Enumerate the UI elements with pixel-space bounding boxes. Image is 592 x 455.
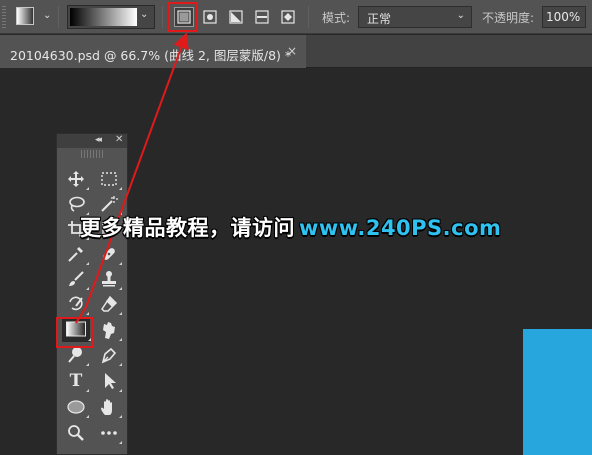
clone-stamp-tool-icon[interactable]	[97, 267, 122, 291]
marquee-tool-icon[interactable]	[97, 167, 122, 191]
hand-tool-icon[interactable]	[97, 395, 122, 419]
watermark-url: www.240PS.com	[299, 216, 502, 240]
history-brush-tool-icon[interactable]	[64, 292, 89, 316]
options-bar-grip[interactable]	[2, 6, 6, 28]
document-tab-title: 20104630.psd @ 66.7% (曲线 2, 图层蒙版/8) *	[10, 48, 292, 63]
tools-panel-grip[interactable]	[81, 150, 103, 158]
reflected-gradient-icon[interactable]	[252, 7, 272, 27]
gradient-tool-highlight-box	[56, 317, 94, 348]
chevron-down-icon: ⌄	[456, 10, 465, 21]
opacity-field[interactable]: 100%	[542, 6, 586, 28]
type-tool-icon[interactable]: T	[64, 369, 89, 393]
divider	[58, 6, 59, 28]
close-icon[interactable]: ×	[287, 44, 297, 58]
chevron-down-icon[interactable]: ⌄	[140, 9, 148, 20]
healing-brush-tool-icon[interactable]	[97, 242, 122, 266]
ellipse-tool-icon[interactable]	[64, 395, 89, 419]
pen-tool-icon[interactable]	[97, 343, 122, 367]
smudge-tool-icon[interactable]	[97, 318, 122, 342]
watermark-text: 更多精品教程，请访问 www.240PS.com	[80, 212, 501, 242]
zoom-tool-icon[interactable]	[64, 421, 88, 445]
tools-panel-header[interactable]: ◂◂ ✕	[57, 134, 127, 148]
mode-label: 模式:	[322, 11, 351, 25]
tools-panel: ◂◂ ✕ T	[56, 133, 128, 455]
eraser-tool-icon[interactable]	[97, 292, 122, 316]
path-selection-tool-icon[interactable]	[97, 369, 122, 393]
blend-mode-value: 正常	[367, 12, 392, 26]
chevron-down-icon[interactable]: ⌄	[43, 10, 51, 21]
angle-gradient-icon[interactable]	[226, 7, 246, 27]
close-icon[interactable]: ✕	[115, 134, 123, 145]
watermark-cn: 更多精品教程，请访问	[80, 216, 295, 240]
brush-tool-icon[interactable]	[64, 267, 89, 291]
type-tool-glyph: T	[69, 371, 83, 391]
document-canvas[interactable]	[523, 329, 592, 455]
options-bar: ⌄ ⌄ 模式: 正常 ⌄ 不透明度: 100%	[0, 0, 592, 34]
diamond-gradient-icon[interactable]	[278, 7, 298, 27]
linear-gradient-highlight-box	[168, 2, 198, 32]
document-tab-bar: 20104630.psd @ 66.7% (曲线 2, 图层蒙版/8) * ×	[0, 35, 592, 68]
collapse-icon[interactable]: ◂◂	[95, 135, 102, 145]
opacity-label: 不透明度:	[482, 11, 535, 25]
gradient-picker[interactable]: ⌄	[67, 5, 155, 29]
divider	[162, 6, 163, 28]
eyedropper-tool-icon[interactable]	[64, 242, 89, 266]
document-tab[interactable]: 20104630.psd @ 66.7% (曲线 2, 图层蒙版/8) * ×	[0, 35, 306, 68]
gradient-tool-preset-icon[interactable]	[16, 7, 34, 25]
more-tools-icon[interactable]	[97, 421, 122, 445]
gradient-preview-swatch[interactable]	[70, 8, 137, 26]
blend-mode-select[interactable]: 正常 ⌄	[358, 6, 472, 28]
radial-gradient-icon[interactable]	[200, 7, 220, 27]
divider	[308, 6, 309, 28]
move-tool-icon[interactable]	[64, 167, 89, 191]
